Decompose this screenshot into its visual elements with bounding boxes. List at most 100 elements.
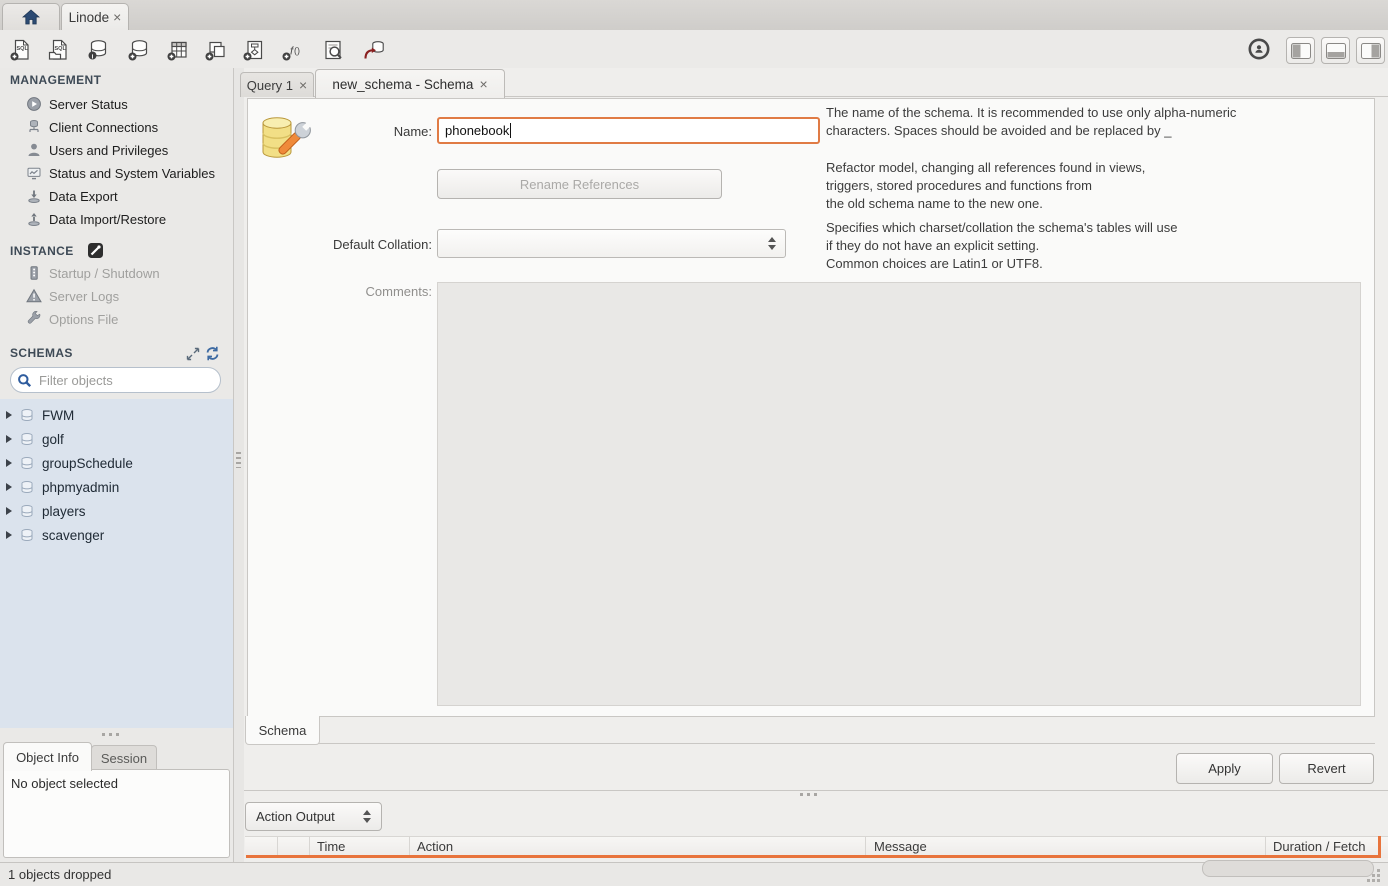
horizontal-scrollbar-thumb[interactable] xyxy=(1202,860,1374,877)
create-schema-icon[interactable] xyxy=(126,37,152,63)
window-resize-grip[interactable] xyxy=(1377,869,1380,872)
revert-button[interactable]: Revert xyxy=(1279,753,1374,784)
home-tab[interactable] xyxy=(2,3,60,30)
column-separator[interactable] xyxy=(277,837,278,856)
create-function-icon[interactable]: f() xyxy=(280,37,306,63)
expander-triangle-icon[interactable] xyxy=(6,435,12,443)
expander-triangle-icon[interactable] xyxy=(6,507,12,515)
schema-tree-item-fwm[interactable]: FWM xyxy=(6,403,228,427)
toggle-bottom-panel-button[interactable] xyxy=(1321,37,1350,64)
column-header-time[interactable]: Time xyxy=(317,839,345,854)
column-header-message[interactable]: Message xyxy=(874,839,927,854)
sidebar-item-system-variables[interactable]: Status and System Variables xyxy=(26,163,230,183)
column-separator[interactable] xyxy=(409,837,410,856)
sidebar-item-label: Client Connections xyxy=(49,120,158,135)
filter-objects-input[interactable] xyxy=(37,372,217,389)
reconnect-dbms-icon[interactable] xyxy=(361,37,387,63)
instance-admin-badge-icon xyxy=(88,243,103,258)
column-header-action[interactable]: Action xyxy=(417,839,453,854)
object-info-panel: No object selected xyxy=(3,769,230,858)
drop-indicator-edge xyxy=(1378,836,1381,858)
create-view-icon[interactable] xyxy=(203,37,229,63)
tab-object-info[interactable]: Object Info xyxy=(3,742,92,771)
column-header-duration[interactable]: Duration / Fetch xyxy=(1273,839,1380,854)
expander-triangle-icon[interactable] xyxy=(6,411,12,419)
output-splitter-grip[interactable] xyxy=(800,793,803,796)
schema-tree-item-players[interactable]: players xyxy=(6,499,228,523)
expander-triangle-icon[interactable] xyxy=(6,459,12,467)
close-icon[interactable]: × xyxy=(479,79,487,89)
new-sql-tab-icon[interactable]: SQL xyxy=(8,37,34,63)
svg-text:(): () xyxy=(294,46,300,56)
object-info-message: No object selected xyxy=(11,776,118,791)
schema-name: groupSchedule xyxy=(42,456,133,471)
connection-tab[interactable]: Linode × xyxy=(61,3,129,30)
close-icon[interactable]: × xyxy=(299,80,307,90)
schema-tree-item-scavenger[interactable]: scavenger xyxy=(6,523,228,547)
schema-tree-item-golf[interactable]: golf xyxy=(6,427,228,451)
action-output-label: Action Output xyxy=(256,809,335,824)
expand-schemas-icon[interactable] xyxy=(186,347,200,361)
close-icon[interactable]: × xyxy=(113,12,121,22)
toggle-right-sidebar-button[interactable] xyxy=(1356,37,1385,64)
column-separator[interactable] xyxy=(865,837,866,856)
sidebar-item-label: Data Export xyxy=(49,189,118,204)
sidebar-item-server-logs[interactable]: Server Logs xyxy=(26,286,230,306)
default-collation-select[interactable] xyxy=(437,229,786,258)
rename-references-label: Rename References xyxy=(520,177,639,192)
expander-triangle-icon[interactable] xyxy=(6,531,12,539)
search-icon xyxy=(17,373,32,388)
toggle-left-sidebar-button[interactable] xyxy=(1286,37,1315,64)
rename-references-button[interactable]: Rename References xyxy=(437,169,722,199)
database-info-icon[interactable]: i xyxy=(85,37,111,63)
text-caret xyxy=(510,123,511,138)
default-collation-label: Default Collation: xyxy=(302,237,432,252)
open-sql-script-icon[interactable]: SQL xyxy=(46,37,72,63)
tab-query-1[interactable]: Query 1 × xyxy=(240,72,314,97)
export-icon xyxy=(26,188,42,204)
schema-tree-item-phpmyadmin[interactable]: phpmyadmin xyxy=(6,475,228,499)
sidebar-item-server-status[interactable]: Server Status xyxy=(26,94,230,114)
schema-name: golf xyxy=(42,432,64,447)
sidebar-item-client-connections[interactable]: Client Connections xyxy=(26,117,230,137)
sidebar-item-options-file[interactable]: Options File xyxy=(26,309,230,329)
tab-schema-bottom[interactable]: Schema xyxy=(245,716,320,745)
column-separator[interactable] xyxy=(1265,837,1266,856)
status-text: 1 objects dropped xyxy=(8,867,111,882)
tab-new-schema[interactable]: new_schema - Schema × xyxy=(315,69,505,98)
sidebar-item-data-import[interactable]: Data Import/Restore xyxy=(26,209,230,229)
toggle-right-sidebar-icon xyxy=(1361,43,1381,59)
vertical-splitter-grip[interactable] xyxy=(236,452,241,468)
output-horizontal-splitter[interactable] xyxy=(244,790,1388,791)
schema-name-input[interactable]: phonebook xyxy=(437,117,820,144)
lock-icon[interactable] xyxy=(1246,36,1272,62)
schema-name-value: phonebook xyxy=(445,123,509,138)
comments-label: Comments: xyxy=(302,284,432,299)
status-bar: 1 objects dropped xyxy=(0,862,1388,886)
sidebar-item-label: Startup / Shutdown xyxy=(49,266,160,281)
schema-name: phpmyadmin xyxy=(42,480,119,495)
action-output-select[interactable]: Action Output xyxy=(245,802,382,831)
create-procedure-icon[interactable] xyxy=(241,37,267,63)
sidebar-item-startup-shutdown[interactable]: Startup / Shutdown xyxy=(26,263,230,283)
svg-text:SQL: SQL xyxy=(55,46,67,52)
schema-icon xyxy=(19,408,35,423)
import-icon xyxy=(26,211,42,227)
schema-wrench-icon xyxy=(255,110,313,170)
sidebar-item-label: Options File xyxy=(49,312,118,327)
sidebar-item-users-privileges[interactable]: Users and Privileges xyxy=(26,140,230,160)
schema-icon xyxy=(19,456,35,471)
tab-session[interactable]: Session xyxy=(91,745,157,771)
column-separator[interactable] xyxy=(309,837,310,856)
expander-triangle-icon[interactable] xyxy=(6,483,12,491)
refresh-schemas-icon[interactable] xyxy=(205,346,220,361)
create-table-icon[interactable] xyxy=(165,37,191,63)
sidebar-item-data-export[interactable]: Data Export xyxy=(26,186,230,206)
sidebar-splitter-grip[interactable] xyxy=(102,733,105,736)
search-table-data-icon[interactable] xyxy=(320,37,346,63)
name-label: Name: xyxy=(302,124,432,139)
svg-text:SQL: SQL xyxy=(17,46,29,52)
apply-button[interactable]: Apply xyxy=(1176,753,1273,784)
schema-tree-item-groupschedule[interactable]: groupSchedule xyxy=(6,451,228,475)
sidebar-item-label: Status and System Variables xyxy=(49,166,215,181)
